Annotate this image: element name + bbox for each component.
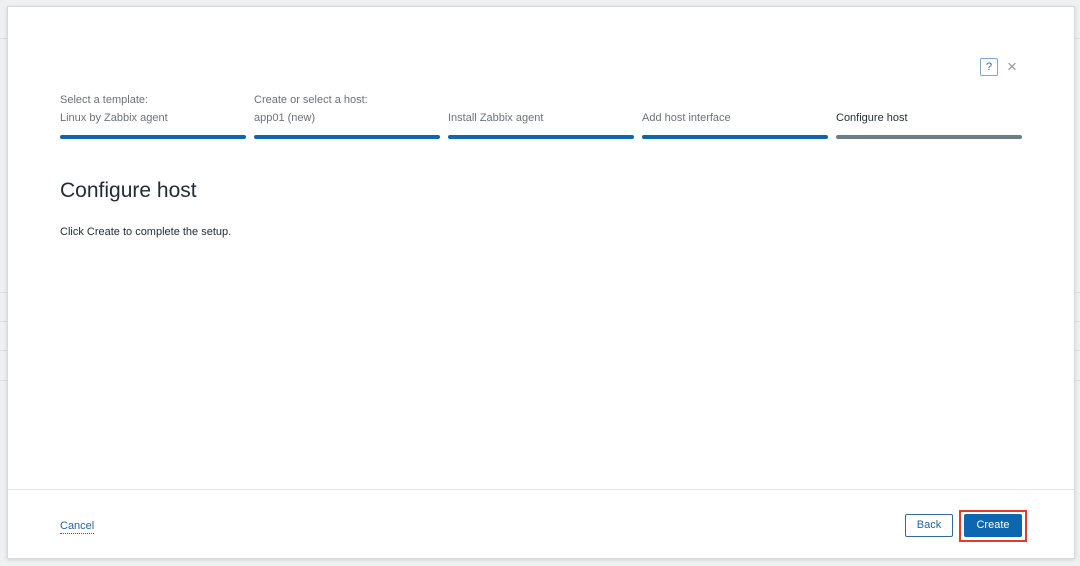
close-button[interactable]: × [1005, 58, 1019, 76]
step-value: Linux by Zabbix agent [60, 112, 168, 124]
page-description: Click Create to complete the setup. [60, 226, 232, 238]
step-install-agent[interactable]: Install Zabbix agent [448, 93, 634, 139]
wizard-steps: Select a template: Linux by Zabbix agent… [60, 93, 1022, 139]
step-title: Add host interface [642, 112, 731, 124]
back-button[interactable]: Back [905, 514, 953, 537]
step-progress-bar [60, 135, 246, 139]
dialog-footer: Cancel Back Create [8, 489, 1074, 559]
step-configure-host[interactable]: Configure host [836, 93, 1022, 139]
step-title: Create or select a host: [254, 94, 368, 106]
step-title: Select a template: [60, 94, 149, 106]
step-title: Install Zabbix agent [448, 112, 544, 124]
create-button[interactable]: Create [964, 514, 1022, 537]
step-select-template[interactable]: Select a template: Linux by Zabbix agent [60, 93, 246, 139]
step-value: app01 (new) [254, 112, 316, 124]
step-progress-bar [448, 135, 634, 139]
cancel-link[interactable]: Cancel [60, 520, 95, 534]
step-add-interface[interactable]: Add host interface [642, 93, 828, 139]
configure-host-dialog: ? × Select a template: Linux by Zabbix a… [7, 6, 1075, 559]
step-title: Configure host [836, 112, 908, 124]
step-progress-bar [836, 135, 1022, 139]
step-progress-bar [254, 135, 440, 139]
step-create-host[interactable]: Create or select a host: app01 (new) [254, 93, 440, 139]
page-title: Configure host [60, 179, 197, 202]
help-button[interactable]: ? [980, 58, 998, 76]
step-progress-bar [642, 135, 828, 139]
